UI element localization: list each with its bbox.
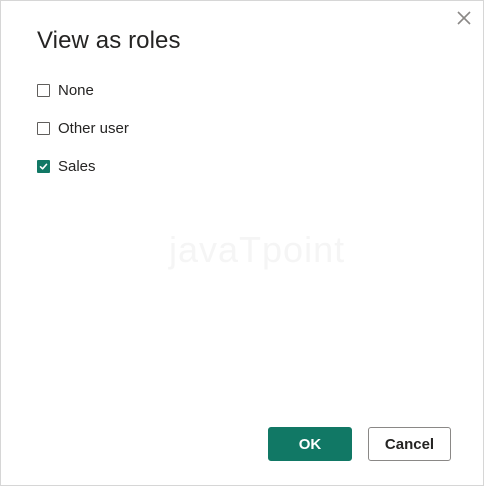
checkmark-icon (39, 163, 48, 170)
ok-button[interactable]: OK (268, 427, 352, 461)
close-button[interactable] (454, 8, 474, 28)
role-option-other-user[interactable]: Other user (37, 119, 129, 137)
role-label-other-user: Other user (58, 119, 129, 137)
cancel-button[interactable]: Cancel (368, 427, 451, 461)
view-as-roles-dialog: View as roles None Other user Sales java… (0, 0, 484, 486)
role-label-none: None (58, 81, 94, 99)
role-checkbox-sales[interactable] (37, 159, 50, 173)
role-option-none[interactable]: None (37, 81, 94, 99)
role-checkbox-other-user[interactable] (37, 121, 50, 135)
role-option-sales[interactable]: Sales (37, 157, 96, 175)
close-icon (457, 11, 471, 25)
role-label-sales: Sales (58, 157, 96, 175)
dialog-title: View as roles (37, 27, 181, 54)
role-checkbox-none[interactable] (37, 83, 50, 97)
watermark-text: javaTpoint (169, 229, 346, 270)
